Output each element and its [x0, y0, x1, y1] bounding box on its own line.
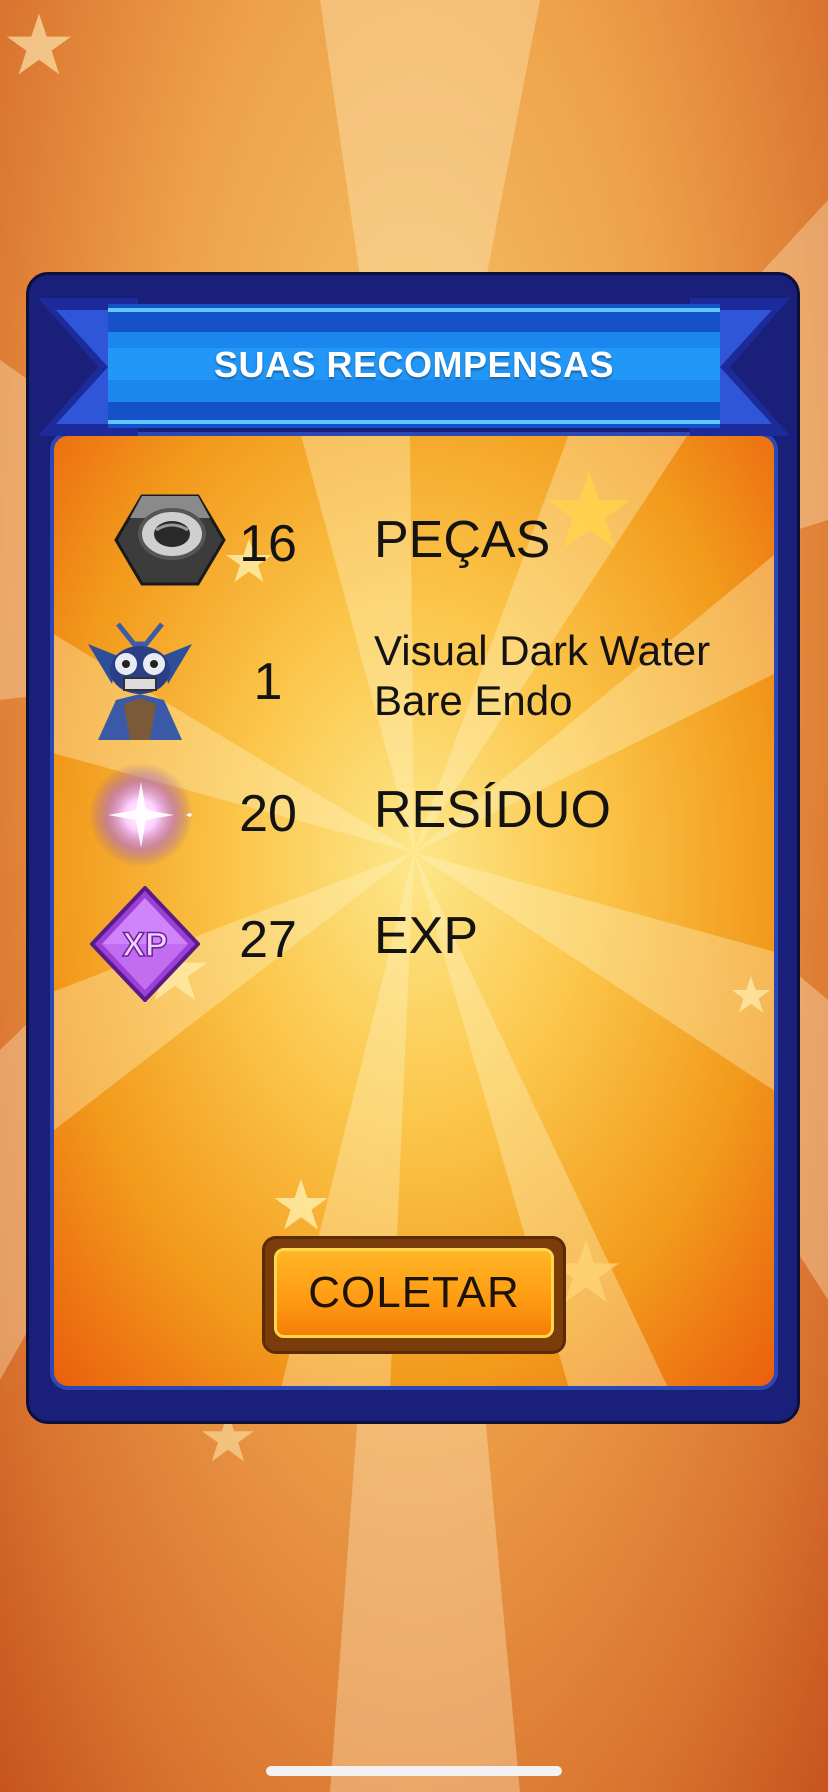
svg-text:XP: XP [122, 926, 167, 964]
reward-quantity: 1 [253, 653, 283, 711]
reward-quantity: 27 [239, 911, 297, 969]
reward-quantity: 16 [239, 515, 297, 573]
animatronic-endo-icon [88, 622, 192, 740]
reward-row-skin: 1 Visual Dark Water Bare Endo [50, 614, 778, 744]
reward-row-residuo: 20 RESÍDUO [50, 760, 778, 870]
xp-gem-icon: XP [90, 886, 200, 1002]
reward-name: RESÍDUO [374, 781, 611, 839]
collect-button-frame: COLETAR [262, 1236, 566, 1354]
home-indicator[interactable] [266, 1766, 562, 1776]
collect-button[interactable]: COLETAR [274, 1248, 554, 1338]
reward-row-pecas: 16 PEÇAS [50, 490, 778, 600]
page-title: SUAS RECOMPENSAS [213, 344, 615, 385]
reward-name: EXP [374, 907, 479, 965]
reward-row-exp: XP 27 EXP [50, 880, 778, 1010]
reward-name: Visual Dark Water Bare Endo [374, 627, 711, 725]
star-decoration [274, 1178, 328, 1230]
reward-quantity: 20 [239, 785, 297, 843]
collect-button-label: COLETAR [308, 1268, 520, 1317]
star-decoration [6, 13, 72, 75]
glowing-remnant-icon [89, 763, 193, 867]
reward-name: PEÇAS [374, 511, 551, 569]
